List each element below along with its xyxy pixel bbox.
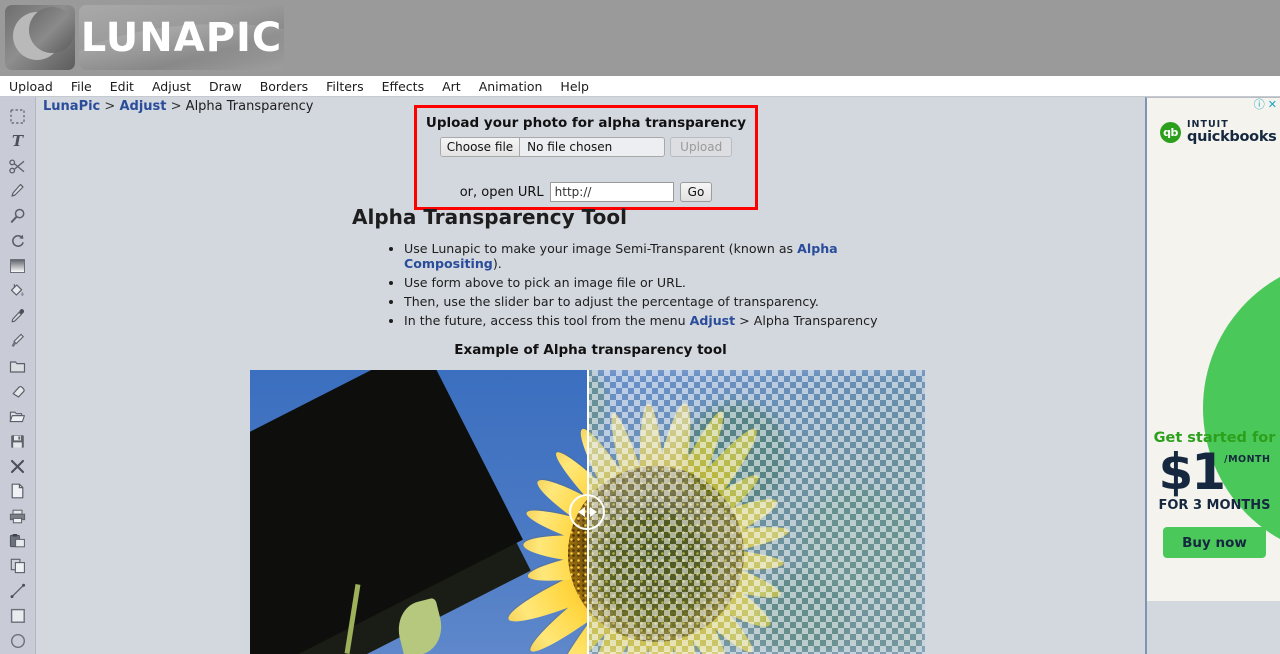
breadcrumb-adjust-link[interactable]: Adjust <box>119 99 166 114</box>
menu-item-draw[interactable]: Draw <box>200 76 251 97</box>
ad-price: $1 <box>1158 443 1227 501</box>
image-transparent-half <box>587 370 925 654</box>
tools-sidebar: T <box>0 97 36 654</box>
lunapic-logo[interactable]: LUNAPIC <box>5 5 284 70</box>
ad-price-row: $1 /MONTH <box>1147 443 1280 501</box>
bullet-text: Use Lunapic to make your image Semi-Tran… <box>404 241 798 256</box>
gradient-icon[interactable] <box>5 254 31 278</box>
menu-item-art[interactable]: Art <box>433 76 470 97</box>
article: Alpha Transparency Tool Use Lunapic to m… <box>352 205 912 332</box>
menu-item-effects[interactable]: Effects <box>373 76 434 97</box>
folder-icon[interactable] <box>5 354 31 378</box>
copy-icon[interactable] <box>5 554 31 578</box>
menu-item-adjust[interactable]: Adjust <box>143 76 200 97</box>
logo-panel: LUNAPIC <box>79 5 284 70</box>
feature-bullet-list: Use Lunapic to make your image Semi-Tran… <box>352 241 912 329</box>
list-item: Then, use the slider bar to adjust the p… <box>404 294 912 309</box>
advertisement-panel: ⓘ ✕ qb INTUIT quickbooks Get started for… <box>1145 97 1280 601</box>
close-icon[interactable]: ✕ <box>1268 99 1277 110</box>
breadcrumb-separator-2: > <box>170 99 182 114</box>
new-file-icon[interactable] <box>5 479 31 503</box>
go-button[interactable]: Go <box>679 182 713 202</box>
ad-controls: ⓘ ✕ <box>1254 99 1277 110</box>
arrow-right-icon <box>589 507 597 517</box>
menu-item-edit[interactable]: Edit <box>101 76 143 97</box>
upload-form-title: Upload your photo for alpha transparency <box>425 115 747 131</box>
ad-brand-name: quickbooks <box>1187 128 1277 145</box>
rectangle-icon[interactable] <box>5 604 31 628</box>
main-content: LunaPic > Adjust > Alpha Transparency Up… <box>36 97 1145 654</box>
url-input[interactable] <box>549 182 674 202</box>
image-original-half <box>250 370 587 654</box>
text-tool-icon[interactable]: T <box>5 129 31 153</box>
ad-copy: Get started for $1 /MONTH FOR 3 MONTHS B… <box>1147 430 1280 558</box>
page-title: Alpha Transparency Tool <box>352 205 627 229</box>
breadcrumb-home-link[interactable]: LunaPic <box>43 99 100 114</box>
arrow-left-icon <box>577 507 585 517</box>
open-folder-icon[interactable] <box>5 404 31 428</box>
list-item: Use Lunapic to make your image Semi-Tran… <box>404 241 912 272</box>
bullet-text-end: > Alpha Transparency <box>735 313 878 329</box>
url-label: or, open URL <box>459 184 544 200</box>
ad-price-period: /MONTH <box>1224 454 1271 465</box>
menu-item-animation[interactable]: Animation <box>470 76 552 97</box>
paint-bucket-icon[interactable] <box>5 279 31 303</box>
marquee-select-icon[interactable] <box>5 104 31 128</box>
breadcrumb-current: Alpha Transparency <box>185 99 314 114</box>
bullet-text: Use form above to pick an image file or … <box>404 275 686 291</box>
file-input[interactable]: Choose file No file chosen <box>439 137 666 157</box>
menu-item-file[interactable]: File <box>62 76 101 97</box>
scissors-icon[interactable] <box>5 154 31 178</box>
menu-item-borders[interactable]: Borders <box>251 76 317 97</box>
save-icon[interactable] <box>5 429 31 453</box>
breadcrumb-separator-1: > <box>104 99 116 114</box>
choose-file-button[interactable]: Choose file <box>440 138 521 156</box>
crescent-moon-icon <box>5 5 75 70</box>
compare-slider-handle-icon[interactable] <box>569 494 605 530</box>
file-upload-row: Choose file No file chosen Upload <box>417 137 755 157</box>
svg-text:T: T <box>12 133 25 149</box>
site-header: LUNAPIC <box>0 0 1280 76</box>
quickbooks-logo-icon: qb INTUIT quickbooks <box>1160 120 1277 145</box>
paintbrush-icon[interactable] <box>5 329 31 353</box>
qb-mark: qb <box>1160 122 1181 144</box>
print-icon[interactable] <box>5 504 31 528</box>
ellipse-icon[interactable] <box>5 629 31 653</box>
list-item: Use form above to pick an image file or … <box>404 275 912 290</box>
rotate-icon[interactable] <box>5 229 31 253</box>
magnifier-icon[interactable] <box>5 204 31 228</box>
example-comparison-image[interactable] <box>250 370 925 654</box>
ad-term: FOR 3 MONTHS <box>1158 498 1271 513</box>
example-caption: Example of Alpha transparency tool <box>454 342 727 358</box>
info-icon[interactable]: ⓘ <box>1254 99 1265 110</box>
close-x-icon[interactable] <box>5 454 31 478</box>
file-name-label: No file chosen <box>527 140 613 154</box>
eraser-icon[interactable] <box>5 379 31 403</box>
menu-item-filters[interactable]: Filters <box>317 76 372 97</box>
bullet-text: In the future, access this tool from the… <box>404 313 690 329</box>
url-upload-row: or, open URL Go <box>417 182 755 202</box>
eyedropper-icon[interactable] <box>5 304 31 328</box>
adjust-menu-link[interactable]: Adjust <box>690 313 736 328</box>
ad-gutter <box>1145 601 1280 654</box>
list-item: In the future, access this tool from the… <box>404 313 912 328</box>
upload-button[interactable]: Upload <box>670 137 733 157</box>
menu-item-upload[interactable]: Upload <box>0 76 62 97</box>
buy-now-button[interactable]: Buy now <box>1163 527 1266 558</box>
upload-form-panel: Upload your photo for alpha transparency… <box>414 105 758 210</box>
logo-text: LUNAPIC <box>80 14 283 61</box>
paste-icon[interactable] <box>5 529 31 553</box>
main-menu-bar: Upload File Edit Adjust Draw Borders Fil… <box>0 76 1280 97</box>
bullet-text-end: ). <box>492 256 502 272</box>
bullet-text: Then, use the slider bar to adjust the p… <box>404 294 819 310</box>
menu-item-help[interactable]: Help <box>551 76 598 97</box>
breadcrumb: LunaPic > Adjust > Alpha Transparency <box>43 99 313 114</box>
line-icon[interactable] <box>5 579 31 603</box>
pencil-icon[interactable] <box>5 179 31 203</box>
